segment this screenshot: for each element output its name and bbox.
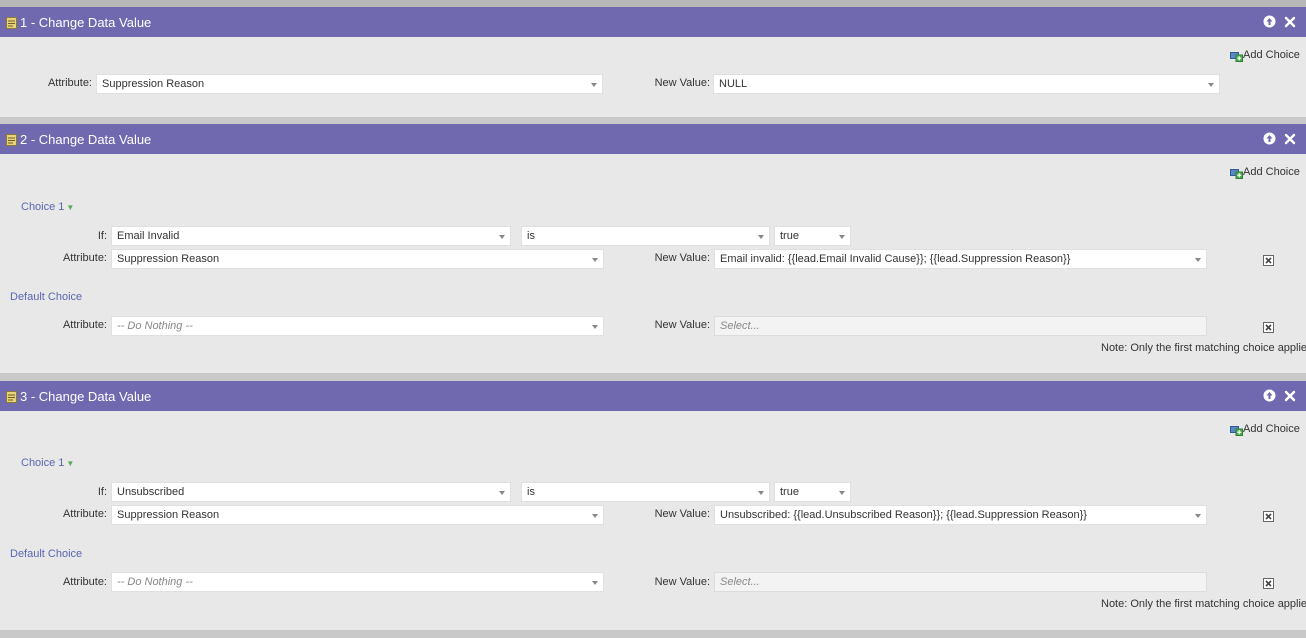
default-attribute-label: Attribute:	[62, 319, 107, 331]
new-value-value: NULL	[719, 78, 748, 90]
chevron-down-icon	[592, 514, 598, 518]
default-attribute-label: Attribute:	[62, 576, 107, 588]
default-attribute-select[interactable]: -- Do Nothing --	[111, 572, 604, 592]
if-value-select[interactable]: true	[774, 482, 851, 502]
if-value-select[interactable]: true	[774, 226, 851, 246]
flow-step-header[interactable]: 1 - Change Data Value	[0, 7, 1306, 37]
chevron-down-icon	[758, 491, 764, 495]
operator-select[interactable]: is	[521, 482, 770, 502]
chevron-down-icon	[839, 235, 845, 239]
chevron-down-icon	[839, 491, 845, 495]
close-icon[interactable]	[1283, 389, 1296, 402]
default-attribute-value: -- Do Nothing --	[117, 320, 193, 332]
close-icon[interactable]	[1283, 132, 1296, 145]
operator-value: is	[527, 486, 535, 498]
delete-choice-icon[interactable]	[1263, 322, 1274, 333]
flow-step-3: 3 - Change Data Value Add Choice Choice …	[0, 381, 1306, 630]
flow-step-2: 2 - Change Data Value Add Choice Choice …	[0, 124, 1306, 373]
flow-step-icon	[6, 17, 17, 29]
chevron-down-icon	[1208, 83, 1214, 87]
arrow-up-circle-icon[interactable]	[1263, 15, 1276, 28]
if-label: If:	[97, 230, 107, 242]
default-choice-label: Default Choice	[10, 291, 83, 303]
if-field-value: Unsubscribed	[117, 486, 185, 498]
attribute-label: Attribute:	[47, 77, 92, 89]
default-new-value-placeholder: Select...	[720, 576, 760, 588]
add-choice-icon	[1230, 169, 1243, 179]
step-title: 3 - Change Data Value	[20, 389, 152, 404]
if-field-value: Email Invalid	[117, 230, 180, 242]
if-label: If:	[97, 486, 107, 498]
choice-label: Choice 1	[21, 457, 65, 469]
chevron-down-icon	[499, 491, 505, 495]
new-value-label: New Value:	[654, 252, 710, 264]
default-new-value-label: New Value:	[654, 576, 710, 588]
if-value-value: true	[780, 486, 799, 498]
delete-choice-icon[interactable]	[1263, 578, 1274, 589]
chevron-down-icon	[1195, 258, 1201, 262]
close-icon[interactable]	[1283, 15, 1296, 28]
new-value-select[interactable]: Email invalid: {{lead.Email Invalid Caus…	[714, 249, 1207, 269]
chevron-down-icon	[499, 235, 505, 239]
arrow-up-circle-icon[interactable]	[1263, 389, 1276, 402]
add-choice-icon	[1230, 52, 1243, 62]
choice-label: Choice 1	[21, 201, 65, 213]
new-value-select[interactable]: Unsubscribed: {{lead.Unsubscribed Reason…	[714, 505, 1207, 525]
default-choice-label: Default Choice	[10, 548, 83, 560]
attribute-label: Attribute:	[62, 252, 107, 264]
flow-step-icon	[6, 134, 17, 146]
flow-step-header[interactable]: 2 - Change Data Value	[0, 124, 1306, 154]
default-new-value-select: Select...	[714, 572, 1207, 592]
attribute-select[interactable]: Suppression Reason	[111, 249, 604, 269]
default-new-value-select: Select...	[714, 316, 1207, 336]
triangle-down-icon: ▼	[66, 203, 75, 212]
if-value-value: true	[780, 230, 799, 242]
top-strip	[0, 0, 1306, 7]
add-choice-label: Add Choice	[1243, 49, 1300, 61]
flow-step-icon	[6, 391, 17, 403]
new-value-value: Unsubscribed: {{lead.Unsubscribed Reason…	[720, 509, 1087, 521]
choice-1-toggle[interactable]: Choice 1 ▼	[21, 457, 74, 469]
attribute-value: Suppression Reason	[102, 78, 205, 90]
operator-value: is	[527, 230, 535, 242]
chevron-down-icon	[592, 581, 598, 585]
step-title: 1 - Change Data Value	[20, 15, 152, 30]
delete-choice-icon[interactable]	[1263, 255, 1274, 266]
default-new-value-label: New Value:	[654, 319, 710, 331]
operator-select[interactable]: is	[521, 226, 770, 246]
new-value-label: New Value:	[654, 508, 710, 520]
add-choice-icon	[1230, 426, 1243, 436]
attribute-select[interactable]: Suppression Reason	[111, 505, 604, 525]
note-text: Note: Only the first matching choice app…	[1101, 598, 1306, 610]
step-title: 2 - Change Data Value	[20, 132, 152, 147]
chevron-down-icon	[592, 325, 598, 329]
if-field-select[interactable]: Email Invalid	[111, 226, 511, 246]
flow-step-1: 1 - Change Data Value Add Choice Attribu…	[0, 7, 1306, 117]
attribute-value: Suppression Reason	[117, 253, 220, 265]
note-text: Note: Only the first matching choice app…	[1101, 342, 1306, 354]
new-value-label: New Value:	[654, 77, 710, 89]
attribute-label: Attribute:	[62, 508, 107, 520]
new-value-select[interactable]: NULL	[713, 74, 1220, 94]
chevron-down-icon	[1195, 514, 1201, 518]
chevron-down-icon	[591, 83, 597, 87]
default-new-value-placeholder: Select...	[720, 320, 760, 332]
add-choice-label: Add Choice	[1243, 166, 1300, 178]
triangle-down-icon: ▼	[66, 459, 75, 468]
arrow-up-circle-icon[interactable]	[1263, 132, 1276, 145]
default-attribute-value: -- Do Nothing --	[117, 576, 193, 588]
attribute-value: Suppression Reason	[117, 509, 220, 521]
choice-1-toggle[interactable]: Choice 1 ▼	[21, 201, 74, 213]
new-value-value: Email invalid: {{lead.Email Invalid Caus…	[720, 253, 1071, 265]
add-choice-label: Add Choice	[1243, 423, 1300, 435]
chevron-down-icon	[592, 258, 598, 262]
chevron-down-icon	[758, 235, 764, 239]
delete-choice-icon[interactable]	[1263, 511, 1274, 522]
flow-step-header[interactable]: 3 - Change Data Value	[0, 381, 1306, 411]
attribute-select[interactable]: Suppression Reason	[96, 74, 603, 94]
default-attribute-select[interactable]: -- Do Nothing --	[111, 316, 604, 336]
if-field-select[interactable]: Unsubscribed	[111, 482, 511, 502]
